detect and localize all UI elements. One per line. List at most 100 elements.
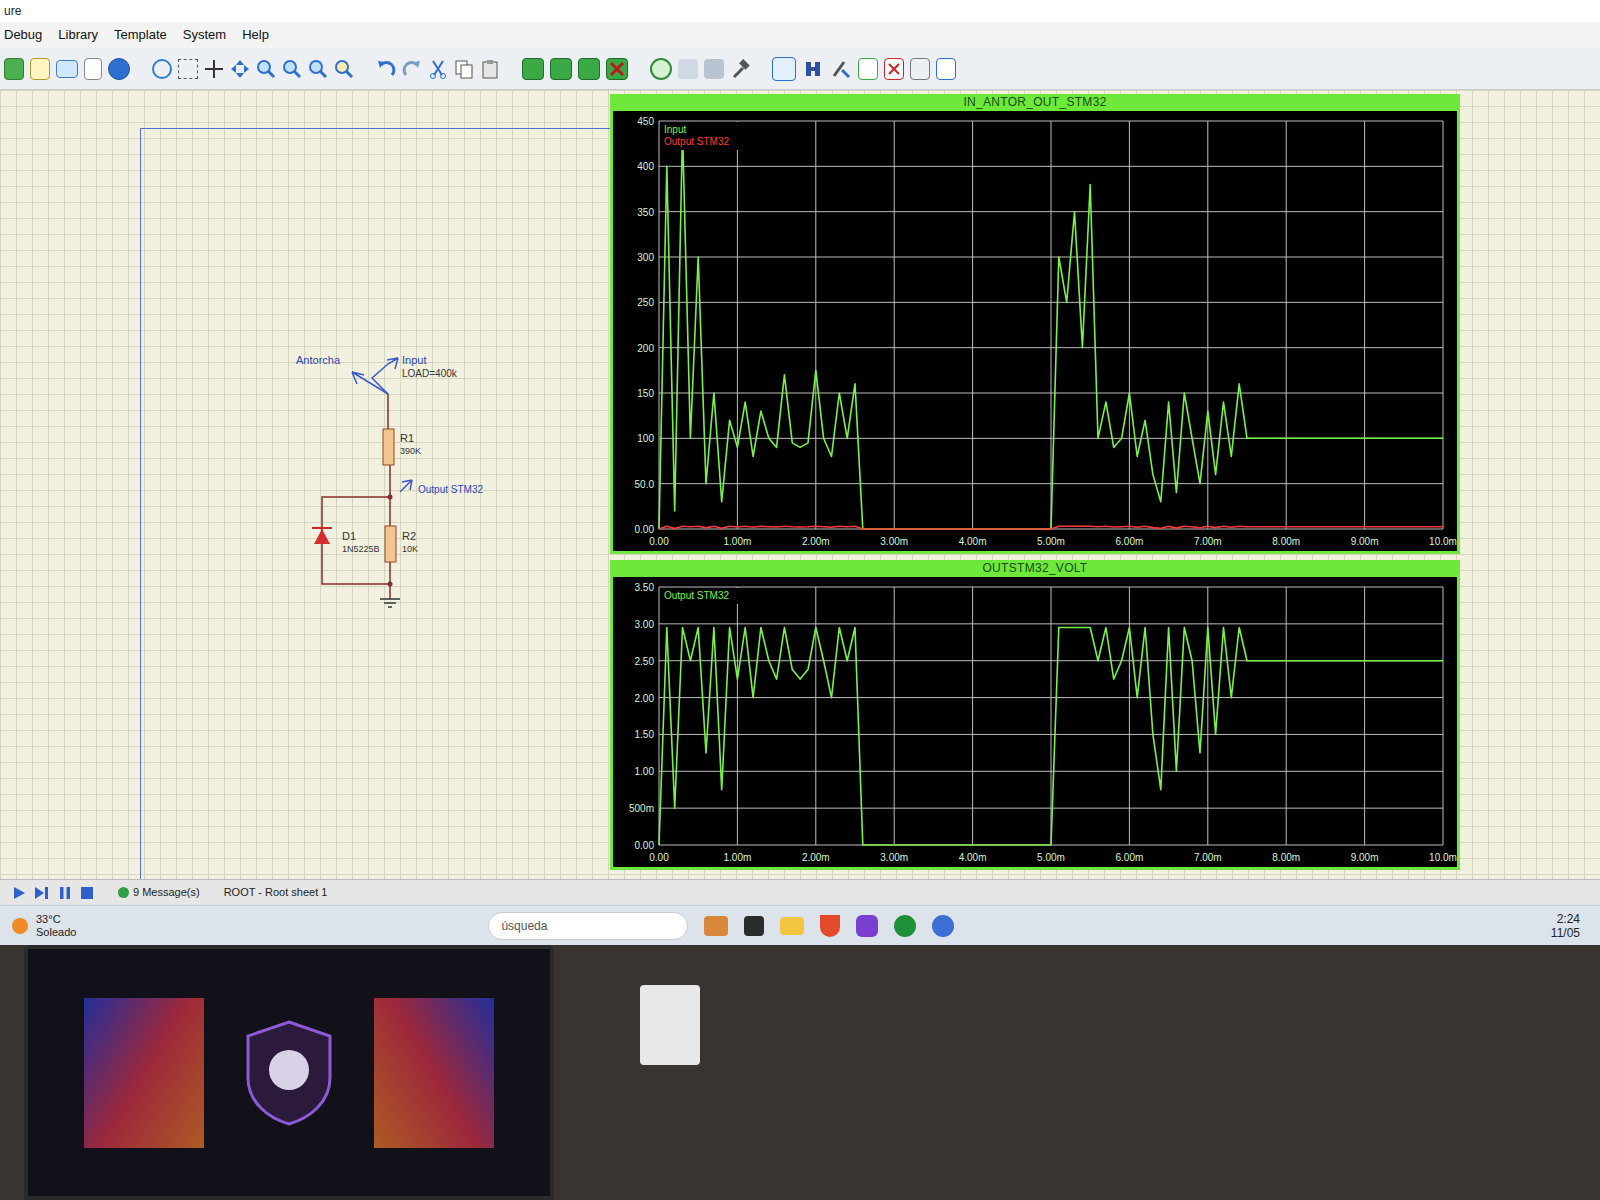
toolbar xyxy=(0,48,1600,90)
copy-icon[interactable] xyxy=(454,59,474,79)
stop-icon[interactable] xyxy=(80,886,94,900)
grid-line xyxy=(659,347,1443,348)
legend-entry: Output STM32 xyxy=(664,136,729,147)
grid-line xyxy=(737,121,738,529)
graph-title: OUTSTM32_VOLT xyxy=(613,560,1457,577)
origin-icon[interactable] xyxy=(204,59,224,79)
block-delete-icon[interactable] xyxy=(606,58,628,80)
document-icon[interactable] xyxy=(84,58,102,80)
grid-line xyxy=(737,587,738,845)
annotate-icon[interactable] xyxy=(772,57,796,81)
x-tick: 4.00m xyxy=(959,852,987,863)
ok-icon xyxy=(118,887,129,898)
refresh-icon[interactable] xyxy=(152,59,172,79)
pause-icon[interactable] xyxy=(58,886,72,900)
weather-text: Soleado xyxy=(36,926,76,939)
legend: InputOutput STM32 xyxy=(661,122,743,150)
y-tick: 500m xyxy=(629,803,654,814)
make-device-icon[interactable] xyxy=(678,59,698,79)
zoom-in-icon[interactable] xyxy=(256,59,276,79)
generator-label: Antorcha xyxy=(296,352,340,369)
paste-icon[interactable] xyxy=(480,59,500,79)
sheet-tree-icon[interactable] xyxy=(910,58,930,80)
undo-icon[interactable] xyxy=(376,59,396,79)
grid-line xyxy=(659,302,1443,303)
y-tick: 50.0 xyxy=(635,479,655,490)
help-icon[interactable] xyxy=(108,58,130,80)
grid-line xyxy=(659,257,1443,258)
x-tick: 3.00m xyxy=(880,852,908,863)
grid-line xyxy=(1207,587,1208,845)
zoom-all-icon[interactable] xyxy=(308,59,328,79)
grid-icon[interactable] xyxy=(178,59,198,79)
task-view-icon[interactable] xyxy=(744,916,764,936)
app-icon[interactable] xyxy=(856,915,878,937)
grid-line xyxy=(659,393,1443,394)
hammer-icon[interactable] xyxy=(730,59,750,79)
grid-line xyxy=(659,771,1443,772)
packaging-icon[interactable] xyxy=(704,59,724,79)
message-count[interactable]: 9 Message(s) xyxy=(110,884,208,901)
y-tick: 0.00 xyxy=(635,840,655,851)
x-tick: 7.00m xyxy=(1194,536,1222,547)
browser-icon[interactable] xyxy=(820,915,840,937)
menu-item[interactable]: Debug xyxy=(4,25,42,45)
menu-item[interactable]: System xyxy=(183,25,226,45)
sheet-name: ROOT - Root sheet 1 xyxy=(224,884,328,901)
bom-icon[interactable] xyxy=(56,60,78,78)
stripes-left-icon xyxy=(84,998,204,1148)
block-move-icon[interactable] xyxy=(550,58,572,80)
pick-device-icon[interactable] xyxy=(650,58,672,80)
block-rotate-icon[interactable] xyxy=(578,58,600,80)
menu-item[interactable]: Template xyxy=(114,25,167,45)
weather-widget[interactable]: 33°C Soleado xyxy=(12,913,76,939)
file-icon[interactable] xyxy=(4,58,24,80)
menu-item[interactable]: Library xyxy=(58,25,98,45)
xbox-icon[interactable] xyxy=(894,915,916,937)
grid-line xyxy=(1129,121,1130,529)
new-sheet-icon[interactable] xyxy=(858,58,878,80)
remove-sheet-icon[interactable] xyxy=(884,58,904,80)
y-tick: 1.00 xyxy=(635,766,655,777)
search-box[interactable]: úsqueda xyxy=(488,912,688,940)
clock-time: 2:24 xyxy=(1557,912,1580,926)
schematic-canvas[interactable]: Antorcha Input LOAD=400k R1 390K Output … xyxy=(0,90,1600,879)
widgets-icon[interactable] xyxy=(704,916,728,936)
block-copy-icon[interactable] xyxy=(522,58,544,80)
x-tick: 9.00m xyxy=(1351,536,1379,547)
proteus-icon[interactable] xyxy=(932,915,954,937)
y-tick: 100 xyxy=(637,433,654,444)
play-icon[interactable] xyxy=(12,886,26,900)
x-tick: 10.0m xyxy=(1429,852,1457,863)
stripes-right-icon xyxy=(374,998,494,1148)
d1-label: D1 xyxy=(342,528,356,545)
series-line xyxy=(659,526,1443,529)
sun-icon xyxy=(12,918,28,934)
grid-line xyxy=(659,166,1443,167)
pan-icon[interactable] xyxy=(230,59,250,79)
dollar-icon[interactable] xyxy=(30,58,50,80)
menu-item[interactable]: Help xyxy=(242,25,269,45)
zoom-area-icon[interactable] xyxy=(334,59,354,79)
grid-line xyxy=(972,587,973,845)
search-tag-icon[interactable] xyxy=(802,58,824,80)
input-label: Input xyxy=(402,352,426,369)
grid-line xyxy=(1286,587,1287,845)
folder-icon[interactable] xyxy=(780,917,804,935)
series-line xyxy=(659,628,1443,846)
analogue-graph[interactable]: IN_ANTOR_OUT_STM32 0.001.00m2.00m3.00m4.… xyxy=(610,94,1460,554)
clock[interactable]: 2:24 11/05 xyxy=(1551,912,1588,940)
redo-icon[interactable] xyxy=(402,59,422,79)
grid-line xyxy=(659,483,1443,484)
grid-line xyxy=(1364,121,1365,529)
analogue-graph[interactable]: OUTSTM32_VOLT 0.001.00m2.00m3.00m4.00m5.… xyxy=(610,560,1460,870)
property-icon[interactable] xyxy=(830,58,852,80)
zoom-out-icon[interactable] xyxy=(282,59,302,79)
step-icon[interactable] xyxy=(34,886,50,900)
cut-icon[interactable] xyxy=(428,59,448,79)
x-tick: 10.0m xyxy=(1429,536,1457,547)
script-icon[interactable] xyxy=(936,58,956,80)
x-tick: 2.00m xyxy=(802,852,830,863)
grid-line xyxy=(659,587,660,845)
grid-line xyxy=(972,121,973,529)
